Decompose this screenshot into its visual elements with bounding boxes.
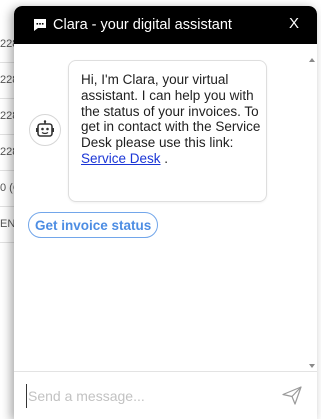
- chat-window: Clara - your digital assistant X Hi, I'm…: [14, 6, 317, 419]
- bot-message-bubble: Hi, I'm Clara, your virtual assistant. I…: [68, 60, 267, 202]
- bot-message-text: Hi, I'm Clara, your virtual assistant. I…: [81, 72, 263, 167]
- close-button[interactable]: X: [287, 14, 301, 34]
- scroll-up-arrow-icon[interactable]: [309, 58, 315, 62]
- robot-icon: [36, 120, 54, 137]
- get-invoice-status-button[interactable]: Get invoice status: [28, 212, 159, 238]
- scrollbar[interactable]: [307, 44, 317, 371]
- service-desk-link[interactable]: Service Desk: [81, 151, 161, 166]
- message-trailing: .: [160, 150, 169, 166]
- chat-title: Clara - your digital assistant: [53, 17, 232, 33]
- message-input[interactable]: [26, 384, 270, 408]
- message-body: Hi, I'm Clara, your virtual assistant. I…: [81, 72, 261, 151]
- bot-avatar: [29, 114, 61, 146]
- scroll-down-arrow-icon[interactable]: [309, 364, 315, 368]
- chat-header: Clara - your digital assistant X: [14, 6, 317, 44]
- send-icon[interactable]: [281, 384, 303, 406]
- chat-bubble-icon: [34, 19, 46, 31]
- message-composer: [14, 371, 317, 419]
- message-area[interactable]: Hi, I'm Clara, your virtual assistant. I…: [14, 44, 317, 371]
